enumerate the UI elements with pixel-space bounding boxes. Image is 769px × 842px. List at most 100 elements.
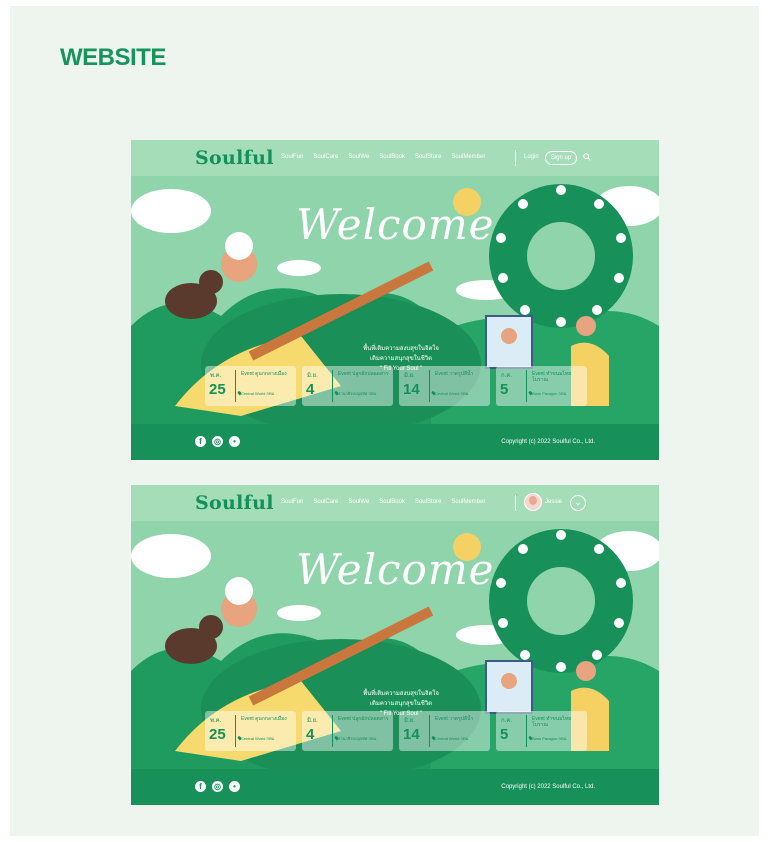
nav-divider [515, 150, 516, 166]
event-month: มิ.ย. [404, 718, 415, 724]
event-day: 5 [500, 726, 509, 743]
website-mockup-logged-in: Soulful SoulFun SoulCare SoulWe SoulBook… [131, 485, 659, 805]
user-avatar[interactable] [524, 493, 542, 511]
main-menu: SoulFun SoulCare SoulWe SoulBook SoulSto… [281, 154, 485, 160]
event-separator [526, 370, 527, 402]
event-title: Event ทำขนมไทยโบราณ [532, 716, 572, 728]
event-location: Central World กทม. [241, 736, 276, 741]
instagram-icon[interactable]: ◎ [212, 436, 223, 447]
menu-item-soulfun[interactable]: SoulFun [281, 499, 303, 505]
menu-item-soulstore[interactable]: SoulStore [415, 154, 441, 160]
event-separator [526, 715, 527, 747]
logo[interactable]: Soulful [195, 147, 274, 169]
footer: f ◎ • Copyright (c) 2022 Soulful Co., Lt… [131, 424, 659, 460]
event-location: Central World กทม. [435, 391, 470, 396]
event-day: 14 [403, 726, 420, 743]
event-day: 25 [209, 726, 226, 743]
event-day: 4 [306, 381, 315, 398]
event-card[interactable]: ก.ค. 5 Event ทำขนมไทยโบราณ Siam Paragon … [496, 366, 587, 406]
avatar-face [529, 496, 537, 505]
event-separator [235, 370, 236, 402]
event-location: Central World กทม. [241, 391, 276, 396]
event-card[interactable]: มิ.ย. 14 Event วาดรูปสีน้ำ Central World… [399, 366, 490, 406]
event-day: 5 [500, 381, 509, 398]
event-day: 14 [403, 381, 420, 398]
event-location: สวนวชิรเบญจทัศ กทม. [338, 736, 378, 741]
event-title: Event ดูนกกลางเมือง [241, 716, 287, 722]
welcome-heading: Welcome [296, 545, 495, 594]
menu-item-soulfun[interactable]: SoulFun [281, 154, 303, 160]
facebook-icon[interactable]: f [195, 436, 206, 447]
chevron-down-icon[interactable]: ⌄ [570, 495, 586, 511]
tagline-line-2: เติมความสนุกสุขในชีวิต [369, 356, 433, 362]
footer: f ◎ • Copyright (c) 2022 Soulful Co., Lt… [131, 769, 659, 805]
event-month: พ.ค. [210, 373, 222, 379]
presentation-board: WEBSITE Soulful SoulFun SoulCare SoulWe … [10, 6, 759, 836]
event-day: 4 [306, 726, 315, 743]
event-card[interactable]: ก.ค. 5 Event ทำขนมไทยโบราณ Siam Paragon … [496, 711, 587, 751]
top-navigation: Soulful SoulFun SoulCare SoulWe SoulBook… [131, 140, 659, 176]
menu-item-soulcare[interactable]: SoulCare [313, 154, 338, 160]
facebook-icon[interactable]: f [195, 781, 206, 792]
event-title: Event ทำขนมไทยโบราณ [532, 371, 572, 383]
hero-banner: Welcome พื้นที่เติมความสงบสุขในจิตใจ เติ… [131, 521, 659, 769]
event-separator [429, 370, 430, 402]
welcome-heading: Welcome [296, 200, 495, 249]
event-month: พ.ค. [210, 718, 222, 724]
social-links: f ◎ • [195, 436, 240, 447]
menu-item-soulmember[interactable]: SoulMember [451, 499, 485, 505]
page-title: WEBSITE [60, 44, 166, 71]
signup-button[interactable]: Sign up [545, 151, 577, 165]
event-month: มิ.ย. [404, 373, 415, 379]
event-separator [332, 715, 333, 747]
event-location: Siam Paragon กทม. [532, 391, 568, 396]
logo[interactable]: Soulful [195, 492, 274, 514]
event-title: Event ปลูกผักปลอดสาร [338, 716, 389, 722]
username-label[interactable]: Jessie [545, 499, 562, 505]
social-links: f ◎ • [195, 781, 240, 792]
menu-item-soulcare[interactable]: SoulCare [313, 499, 338, 505]
tagline-line-1: พื้นที่เติมความสงบสุขในจิตใจ [363, 691, 439, 697]
search-icon[interactable] [583, 153, 591, 161]
event-separator [235, 715, 236, 747]
event-separator [429, 715, 430, 747]
event-cards: พ.ค. 25 Event ดูนกกลางเมือง Central Worl… [205, 366, 587, 406]
menu-item-soulbook[interactable]: SoulBook [379, 154, 405, 160]
event-separator [332, 370, 333, 402]
event-day: 25 [209, 381, 226, 398]
main-menu: SoulFun SoulCare SoulWe SoulBook SoulSto… [281, 499, 485, 505]
event-title: Event ปลูกผักปลอดสาร [338, 371, 389, 377]
event-title: Event วาดรูปสีน้ำ [435, 371, 474, 377]
menu-item-soulstore[interactable]: SoulStore [415, 499, 441, 505]
event-title: Event วาดรูปสีน้ำ [435, 716, 474, 722]
copyright-text: Copyright (c) 2022 Soulful Co., Ltd. [501, 439, 595, 445]
event-card[interactable]: มิ.ย. 4 Event ปลูกผักปลอดสาร สวนวชิรเบญจ… [302, 711, 393, 751]
event-month: ก.ค. [501, 373, 512, 379]
line-icon[interactable]: • [229, 781, 240, 792]
nav-divider [515, 495, 516, 511]
event-card[interactable]: มิ.ย. 4 Event ปลูกผักปลอดสาร สวนวชิรเบญจ… [302, 366, 393, 406]
tagline-line-2: เติมความสนุกสุขในชีวิต [369, 701, 433, 707]
event-title: Event ดูนกกลางเมือง [241, 371, 287, 377]
event-month: มิ.ย. [307, 718, 318, 724]
event-card[interactable]: พ.ค. 25 Event ดูนกกลางเมือง Central Worl… [205, 711, 296, 751]
menu-item-soulwe[interactable]: SoulWe [348, 154, 369, 160]
event-location: Siam Paragon กทม. [532, 736, 568, 741]
top-navigation: Soulful SoulFun SoulCare SoulWe SoulBook… [131, 485, 659, 521]
website-mockup-logged-out: Soulful SoulFun SoulCare SoulWe SoulBook… [131, 140, 659, 460]
event-location: สวนวชิรเบญจทัศ กทม. [338, 391, 378, 396]
hero-banner: Welcome พื้นที่เติมความสงบสุขในจิตใจ เติ… [131, 176, 659, 424]
event-card[interactable]: พ.ค. 25 Event ดูนกกลางเมือง Central Worl… [205, 366, 296, 406]
event-month: ก.ค. [501, 718, 512, 724]
line-icon[interactable]: • [229, 436, 240, 447]
menu-item-soulwe[interactable]: SoulWe [348, 499, 369, 505]
menu-item-soulbook[interactable]: SoulBook [379, 499, 405, 505]
event-card[interactable]: มิ.ย. 14 Event วาดรูปสีน้ำ Central World… [399, 711, 490, 751]
instagram-icon[interactable]: ◎ [212, 781, 223, 792]
event-cards: พ.ค. 25 Event ดูนกกลางเมือง Central Worl… [205, 711, 587, 751]
tagline-line-1: พื้นที่เติมความสงบสุขในจิตใจ [363, 346, 439, 352]
event-location: Central World กทม. [435, 736, 470, 741]
event-month: มิ.ย. [307, 373, 318, 379]
menu-item-soulmember[interactable]: SoulMember [451, 154, 485, 160]
login-link[interactable]: Login [524, 154, 539, 160]
